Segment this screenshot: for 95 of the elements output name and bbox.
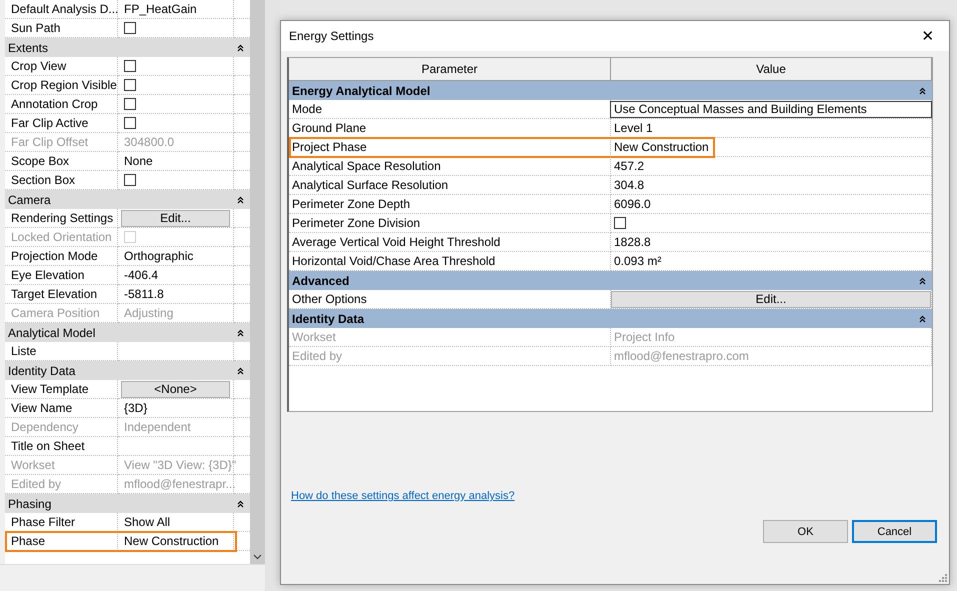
value-text: Show All — [124, 515, 170, 529]
group-header[interactable]: Analytical Model — [5, 323, 250, 342]
property-label: Locked Orientation — [11, 230, 112, 244]
resize-grip-icon[interactable] — [938, 573, 947, 582]
property-label: View Template — [11, 382, 89, 396]
column-header: Parameter — [289, 58, 611, 81]
value-text: 304800.0 — [124, 135, 174, 149]
value-text: -406.4 — [124, 268, 158, 282]
property-label: Projection Mode — [11, 249, 98, 263]
value-field[interactable]: Use Conceptual Masses and Building Elements — [610, 100, 932, 118]
property-label: Section Box — [11, 173, 76, 187]
property-label: Camera Position — [11, 306, 100, 320]
property-label: Crop Region Visible — [11, 78, 117, 92]
property-label: Perimeter Zone Depth — [292, 197, 410, 211]
group-header[interactable]: Identity Data — [5, 361, 250, 380]
checkbox[interactable] — [124, 22, 136, 34]
property-label: Title on Sheet — [11, 439, 85, 453]
edit-button[interactable]: Edit... — [121, 210, 230, 226]
group-header[interactable]: Advanced — [289, 271, 932, 290]
property-label: Scope Box — [11, 154, 70, 168]
value-text: 457.2 — [614, 159, 644, 173]
property-label: Default Analysis D... — [11, 2, 118, 16]
value-text: -5811.8 — [124, 287, 164, 301]
checkbox[interactable] — [124, 174, 136, 186]
group-header[interactable]: Identity Data — [289, 309, 932, 328]
property-label: Dependency — [11, 420, 78, 434]
property-label: Far Clip Active — [11, 116, 88, 130]
collapse-icon[interactable] — [919, 314, 926, 322]
window-title: Energy Settings — [289, 29, 374, 43]
help-link[interactable]: How do these settings affect energy analysis? — [291, 490, 515, 502]
column-header: Value — [611, 58, 932, 81]
value-text: Orthographic — [124, 249, 194, 263]
value-text: View "3D View: {3D}" — [124, 458, 236, 472]
group-header[interactable]: Energy Analytical Model — [289, 81, 932, 100]
value-text: 6096.0 — [614, 197, 651, 211]
property-label: Ground Plane — [292, 121, 366, 135]
property-label: Mode — [292, 102, 322, 116]
group-header[interactable]: Camera — [5, 190, 250, 209]
value-text: None — [124, 154, 153, 168]
value-text: Project Info — [614, 330, 675, 344]
value-text: 304.8 — [614, 178, 644, 192]
checkbox[interactable] — [124, 60, 136, 72]
checkbox[interactable] — [124, 79, 136, 91]
property-label: Perimeter Zone Division — [292, 216, 420, 230]
property-label: Analytical Surface Resolution — [292, 178, 448, 192]
property-label: Target Elevation — [11, 287, 98, 301]
value-text: Independent — [124, 420, 191, 434]
property-label: Other Options — [292, 292, 367, 306]
value-text: 1828.8 — [614, 235, 651, 249]
value-text: 0.093 m² — [614, 254, 662, 268]
value-text: Adjusting — [124, 306, 174, 320]
property-label: Crop View — [11, 59, 66, 73]
group-header[interactable]: Extents — [5, 38, 250, 57]
property-label: Edited by — [292, 349, 342, 363]
property-label: Workset — [11, 458, 55, 472]
property-label: Project Phase — [292, 140, 367, 154]
checkbox[interactable] — [124, 117, 136, 129]
collapse-icon[interactable] — [919, 86, 926, 94]
value-text: {3D} — [124, 401, 148, 415]
collapse-icon[interactable] — [237, 196, 244, 204]
scroll-down-icon[interactable] — [253, 554, 262, 560]
collapse-icon[interactable] — [919, 276, 926, 284]
value-text: Level 1 — [614, 121, 653, 135]
property-label: Horizontal Void/Chase Area Threshold — [292, 254, 496, 268]
value-text: mflood@fenestrapr... — [124, 477, 236, 491]
collapse-icon[interactable] — [237, 500, 244, 508]
dialog-button[interactable]: Cancel — [852, 520, 937, 543]
property-label: Far Clip Offset — [11, 135, 88, 149]
close-button[interactable]: ✕ — [913, 22, 943, 50]
value-text: FP_HeatGain — [124, 2, 197, 16]
property-label: Annotation Crop — [11, 97, 98, 111]
checkbox[interactable] — [614, 217, 626, 229]
property-label: Eye Elevation — [11, 268, 84, 282]
property-label: Phase — [11, 534, 46, 548]
value-text: New Construction — [614, 140, 709, 154]
edit-button[interactable]: <None> — [121, 380, 230, 398]
vertical-scrollbar[interactable] — [250, 0, 265, 564]
property-label: View Name — [11, 401, 72, 415]
property-label: Analytical Space Resolution — [292, 159, 441, 173]
value-text: mflood@fenestrapro.com — [614, 349, 749, 363]
property-label: Sun Path — [11, 21, 60, 35]
property-label: Average Vertical Void Height Threshold — [292, 235, 500, 249]
checkbox[interactable] — [124, 98, 136, 110]
property-label: Phase Filter — [11, 515, 76, 529]
collapse-icon[interactable] — [237, 44, 244, 52]
dialog-button[interactable]: OK — [763, 520, 848, 543]
edit-button[interactable]: Edit... — [611, 290, 931, 308]
collapse-icon[interactable] — [237, 366, 244, 374]
collapse-icon[interactable] — [237, 328, 244, 336]
property-label: Edited by — [11, 477, 62, 491]
property-label: Rendering Settings — [11, 211, 114, 225]
value-text: New Construction — [124, 534, 219, 548]
group-header[interactable]: Phasing — [5, 494, 250, 513]
property-label: Workset — [292, 330, 336, 344]
property-label: Liste — [11, 344, 36, 358]
